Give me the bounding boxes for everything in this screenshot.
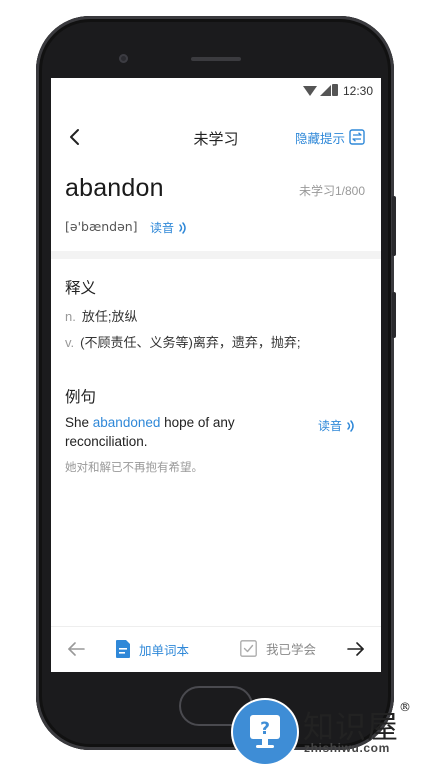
- definition-row: n. 放任;放纵: [65, 306, 137, 325]
- volume-button: [392, 196, 396, 256]
- hide-hint-button[interactable]: 隐藏提示: [295, 127, 365, 147]
- wifi-icon: [303, 86, 317, 96]
- next-arrow-icon[interactable]: [347, 642, 365, 656]
- document-icon: [116, 640, 130, 658]
- example-text-before: She: [65, 415, 93, 430]
- svg-text:?: ?: [260, 719, 270, 739]
- definition-row: v. (不顾责任、义务等)离弃，遗弃，抛弃;: [65, 332, 300, 351]
- back-arrow-icon[interactable]: [67, 128, 83, 146]
- learned-label: 我已学会: [266, 643, 317, 657]
- app-header: 未学习 隐藏提示: [51, 114, 381, 160]
- learning-progress: 未学习1/800: [298, 184, 365, 198]
- definition-meaning: 放任;放纵: [81, 309, 138, 324]
- swap-icon: [349, 129, 365, 145]
- examples-title: 例句: [65, 389, 97, 406]
- add-vocab-label: 加单词本: [139, 643, 190, 658]
- hide-hint-label: 隐藏提示: [294, 131, 345, 146]
- part-of-speech: v.: [65, 335, 75, 350]
- example-pronounce-button[interactable]: 读音: [318, 417, 355, 434]
- front-camera: [119, 54, 128, 63]
- section-divider: [51, 251, 381, 259]
- pronounce-label: 读音: [317, 419, 342, 433]
- word-text: abandon: [65, 174, 164, 202]
- part-of-speech: n.: [65, 309, 76, 324]
- registered-mark: ®: [399, 700, 412, 714]
- sound-wave-icon: [347, 419, 354, 432]
- earpiece: [191, 57, 241, 61]
- example-highlight-word: abandoned: [92, 415, 161, 430]
- mark-learned-button[interactable]: 我已学会: [240, 639, 316, 658]
- sound-wave-icon: [179, 221, 186, 234]
- prev-arrow-icon[interactable]: [67, 642, 85, 656]
- example-sentence: She abandoned hope of any reconciliation…: [65, 413, 315, 451]
- status-bar: 12:30: [51, 78, 381, 104]
- signal-icon: [320, 85, 331, 96]
- checkbox-icon: [240, 640, 257, 657]
- phonetic-text: [ə'bændən]: [65, 219, 138, 234]
- status-time: 12:30: [342, 84, 373, 98]
- pronounce-label: 读音: [150, 221, 175, 235]
- app-screen: 12:30 未学习 隐藏提示 abandon 未学习1/800 [ə'bændə…: [51, 78, 381, 672]
- power-button: [392, 292, 396, 338]
- monitor-question-icon: ?: [250, 715, 280, 748]
- definition-meaning: (不顾责任、义务等)离弃，遗弃，抛弃;: [80, 335, 301, 350]
- add-to-vocab-button[interactable]: 加单词本: [115, 639, 189, 659]
- watermark-url: zhishiwu.com: [304, 741, 390, 755]
- bottom-bar: 加单词本 我已学会: [51, 626, 381, 672]
- battery-icon: [332, 84, 338, 96]
- example-translation: 她对和解已不再抱有希望。: [65, 462, 203, 474]
- definitions-title: 释义: [65, 280, 97, 297]
- word-pronounce-button[interactable]: 读音: [150, 219, 187, 236]
